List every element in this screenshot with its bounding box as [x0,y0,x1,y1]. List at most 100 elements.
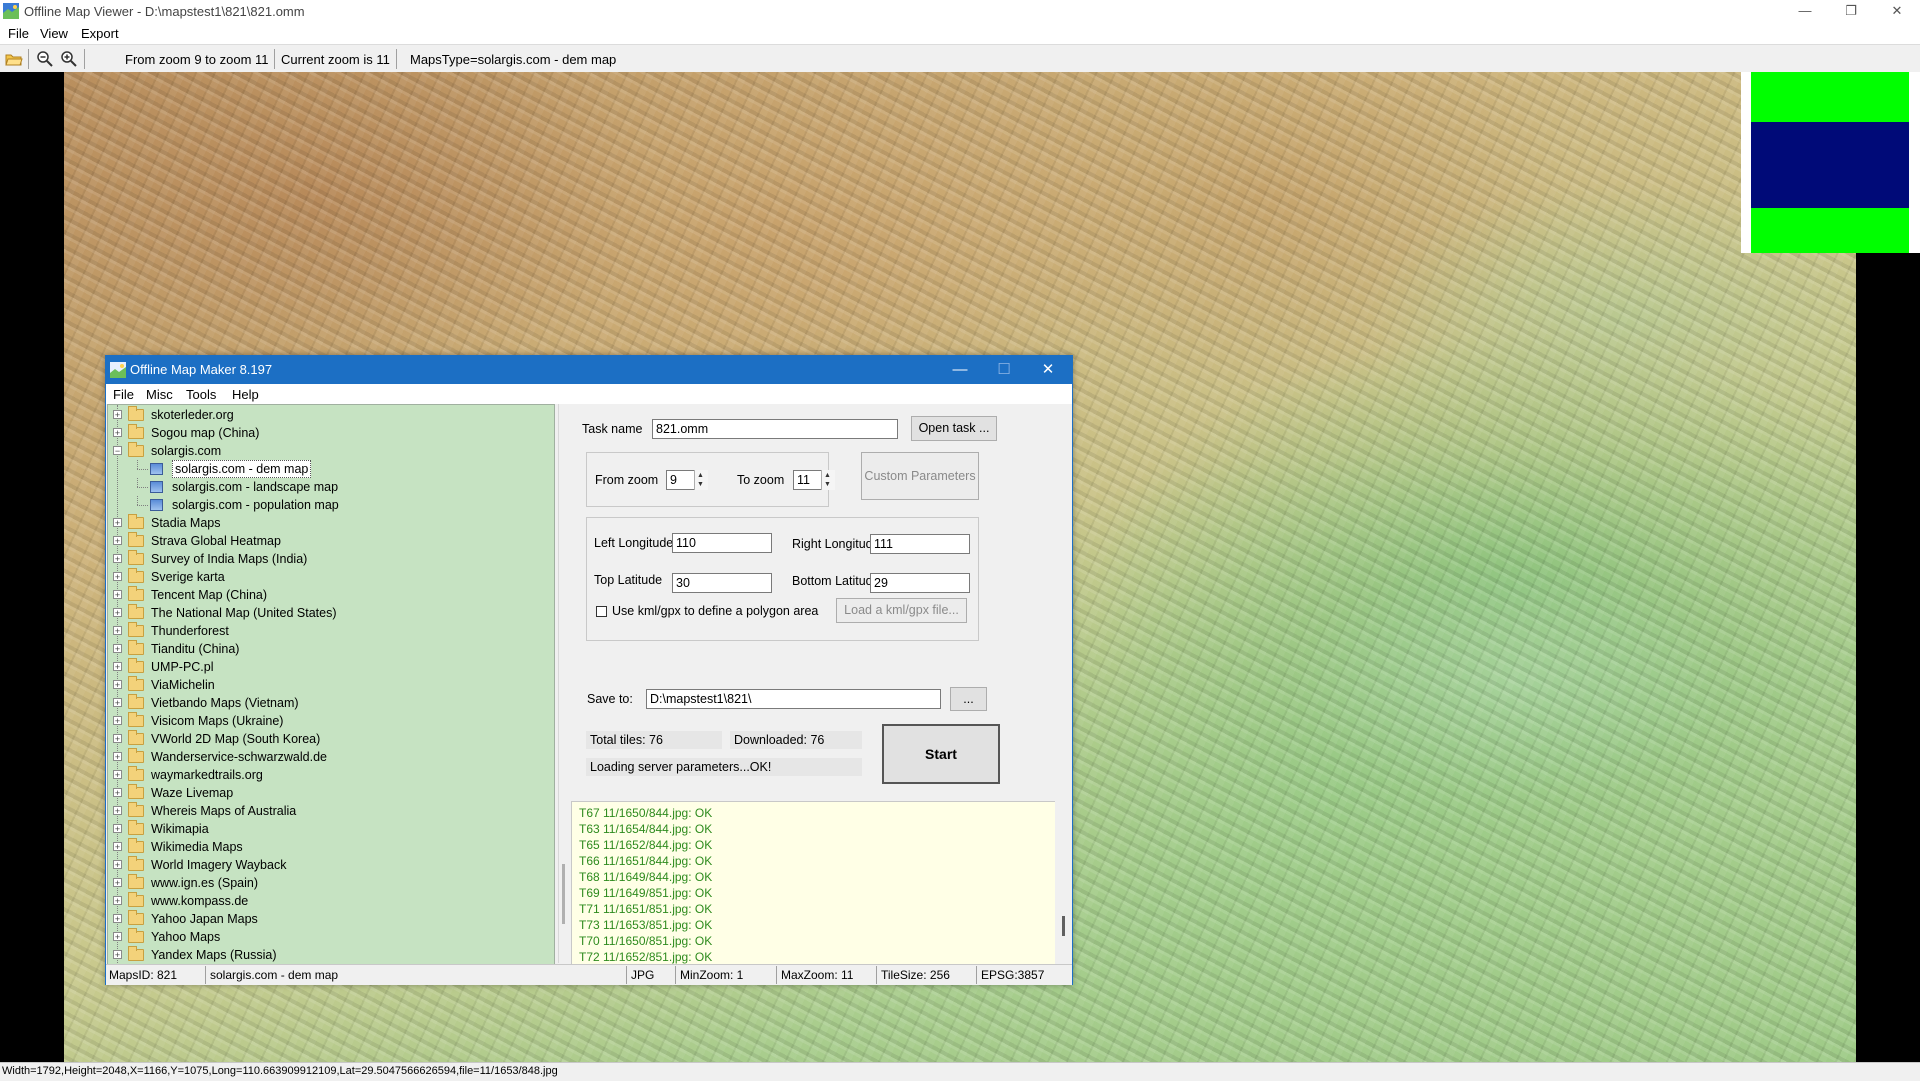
tree-folder-item[interactable]: + Tianditu (China) [108,640,548,658]
tree-folder-item[interactable]: + The National Map (United States) [108,604,548,622]
dialog-menu-tools[interactable]: Tools [186,387,216,402]
menu-view[interactable]: View [40,26,68,41]
tree-folder-item[interactable]: + Survey of India Maps (India) [108,550,548,568]
to-zoom-spinner[interactable]: ▲ ▼ [821,470,835,490]
expand-icon[interactable]: + [113,878,122,888]
expand-icon[interactable]: + [113,590,122,600]
expand-icon[interactable]: + [113,662,122,672]
dialog-title-bar[interactable]: Offline Map Maker 8.197 — ☐ ✕ [106,356,1072,384]
expand-icon[interactable]: + [113,608,122,618]
close-button[interactable]: ✕ [1874,0,1920,24]
expand-icon[interactable]: + [113,914,122,924]
tree-child-item[interactable]: solargis.com - landscape map [108,478,548,496]
collapse-icon[interactable]: − [113,446,122,456]
expand-icon[interactable]: + [113,806,122,816]
tree-folder-item[interactable]: + Strava Global Heatmap [108,532,548,550]
right-longitude-input[interactable]: 111 [870,534,970,554]
dialog-menu-help[interactable]: Help [232,387,259,402]
expand-icon[interactable]: + [113,554,122,564]
menu-export[interactable]: Export [81,26,119,41]
expand-icon[interactable]: + [113,788,122,798]
bottom-latitude-input[interactable]: 29 [870,573,970,593]
open-task-button[interactable]: Open task ... [911,416,997,441]
dialog-close-button[interactable]: ✕ [1026,356,1070,384]
expand-icon[interactable]: + [113,932,122,942]
save-to-input[interactable]: D:\mapstest1\821\ [646,689,941,709]
browse-folder-button[interactable]: ... [950,687,987,711]
log-scrollbar[interactable] [1055,801,1072,964]
min-zoom-text: MinZoom: 1 [680,968,744,982]
load-kml-button[interactable]: Load a kml/gpx file... [836,598,967,623]
overview-minimap[interactable] [1741,72,1920,253]
tree-folder-item[interactable]: + Whereis Maps of Australia [108,802,548,820]
expand-icon[interactable]: + [113,428,122,438]
kml-checkbox[interactable] [596,606,607,617]
spin-down-icon[interactable]: ▼ [824,481,831,489]
tree-folder-item[interactable]: + Vietbando Maps (Vietnam) [108,694,548,712]
tree-folder-item[interactable]: + Wanderservice-schwarzwald.de [108,748,548,766]
open-folder-icon[interactable] [5,50,23,68]
start-button[interactable]: Start [882,724,1000,784]
map-source-tree[interactable]: + skoterleder.org + Sogou map (China) − solar… [107,404,555,965]
expand-icon[interactable]: + [113,626,122,636]
menu-file[interactable]: File [8,26,29,41]
dialog-minimize-button[interactable]: — [938,356,982,384]
tree-folder-item[interactable]: + Wikimedia Maps [108,838,548,856]
tree-folder-item[interactable]: + www.kompass.de [108,892,548,910]
tree-folder-item[interactable]: + VWorld 2D Map (South Korea) [108,730,548,748]
spin-up-icon[interactable]: ▲ [697,472,704,480]
spin-up-icon[interactable]: ▲ [824,472,831,480]
dialog-menu-file[interactable]: File [113,387,134,402]
expand-icon[interactable]: + [113,716,122,726]
top-latitude-input[interactable]: 30 [672,573,772,593]
expand-icon[interactable]: + [113,950,122,960]
expand-icon[interactable]: + [113,896,122,906]
expand-icon[interactable]: + [113,698,122,708]
tree-folder-item[interactable]: + World Imagery Wayback [108,856,548,874]
expand-icon[interactable]: + [113,572,122,582]
zoom-out-icon[interactable] [36,50,54,68]
dialog-menu-misc[interactable]: Misc [146,387,173,402]
restore-button[interactable]: ❐ [1828,0,1874,24]
tree-folder-item[interactable]: + Sogou map (China) [108,424,548,442]
tree-folder-item[interactable]: + Yahoo Japan Maps [108,910,548,928]
tree-child-item[interactable]: solargis.com - dem map [108,460,548,478]
tree-folder-item[interactable]: + Stadia Maps [108,514,548,532]
tree-folder-item[interactable]: + Visicom Maps (Ukraine) [108,712,548,730]
tree-folder-item[interactable]: + Yahoo Maps [108,928,548,946]
tree-folder-item[interactable]: + Sverige karta [108,568,548,586]
tree-folder-item[interactable]: + skoterleder.org [108,406,548,424]
expand-icon[interactable]: + [113,518,122,528]
tree-folder-item[interactable]: + ViaMichelin [108,676,548,694]
spin-down-icon[interactable]: ▼ [697,481,704,489]
expand-icon[interactable]: + [113,770,122,780]
expand-icon[interactable]: + [113,536,122,546]
log-scrollbar-thumb[interactable] [1062,916,1065,936]
minimize-button[interactable]: — [1782,0,1828,24]
expand-icon[interactable]: + [113,752,122,762]
expand-icon[interactable]: + [113,860,122,870]
expand-icon[interactable]: + [113,680,122,690]
zoom-in-icon[interactable] [60,50,78,68]
tree-folder-item[interactable]: + waymarkedtrails.org [108,766,548,784]
task-name-input[interactable]: 821.omm [652,419,898,439]
tree-folder-item[interactable]: + www.ign.es (Spain) [108,874,548,892]
expand-icon[interactable]: + [113,824,122,834]
tree-folder-item[interactable]: − solargis.com [108,442,548,460]
tree-folder-item[interactable]: + Waze Livemap [108,784,548,802]
tree-folder-item[interactable]: + UMP-PC.pl [108,658,548,676]
tree-scrollbar-thumb[interactable] [562,864,565,924]
left-longitude-input[interactable]: 110 [672,533,772,553]
tree-child-item[interactable]: solargis.com - population map [108,496,548,514]
tree-folder-item[interactable]: + Thunderforest [108,622,548,640]
tree-folder-item[interactable]: + Yandex Maps (Russia) [108,946,548,964]
tree-folder-item[interactable]: + Wikimapia [108,820,548,838]
expand-icon[interactable]: + [113,644,122,654]
download-log[interactable]: T67 11/1650/844.jpg: OK T63 11/1654/844.j… [571,801,1057,966]
tree-folder-item[interactable]: + Tencent Map (China) [108,586,548,604]
expand-icon[interactable]: + [113,842,122,852]
expand-icon[interactable]: + [113,734,122,744]
expand-icon[interactable]: + [113,410,122,420]
custom-parameters-button[interactable]: Custom Parameters [861,452,979,500]
from-zoom-spinner[interactable]: ▲ ▼ [694,470,708,490]
